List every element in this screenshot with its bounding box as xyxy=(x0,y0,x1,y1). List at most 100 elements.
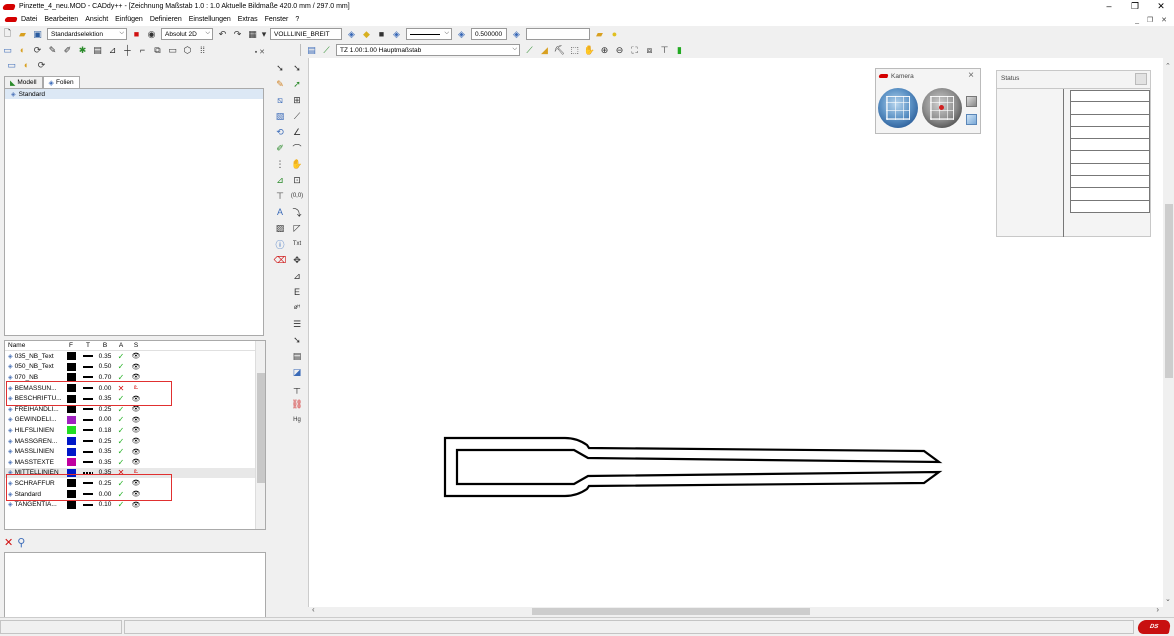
col-color[interactable]: F xyxy=(63,342,79,349)
print-icon[interactable]: ▤ xyxy=(305,44,318,57)
measure-icon[interactable]: ⟋ xyxy=(320,44,333,57)
layer-icon[interactable]: ◈ xyxy=(455,28,468,41)
layer-linetype[interactable] xyxy=(79,365,97,368)
edit-text-icon[interactable]: E xyxy=(291,285,304,299)
tab-modell[interactable]: ◣ Modell xyxy=(4,76,43,88)
col-visible[interactable]: S xyxy=(129,342,143,349)
hand-icon[interactable]: ✋ xyxy=(291,157,304,171)
pencil-icon[interactable]: ✎ xyxy=(46,44,59,57)
layer-light-icon[interactable]: ◆ xyxy=(360,28,373,41)
layer-width[interactable]: 0.50 xyxy=(97,363,113,370)
pencil-icon[interactable]: ✎ xyxy=(274,77,287,91)
eye-icon[interactable]: 👁 xyxy=(129,437,143,445)
coord-mode-select[interactable]: Absolut 2D ⌵ xyxy=(161,28,213,40)
layer-color[interactable] xyxy=(63,500,79,509)
menu-definieren[interactable]: Definieren xyxy=(150,16,182,23)
layer-width[interactable]: 0.70 xyxy=(97,374,113,381)
layer-width[interactable]: 0.35 xyxy=(97,459,113,466)
curve-icon[interactable]: ⤵ xyxy=(291,205,304,219)
layer-width[interactable]: 0.18 xyxy=(97,427,113,434)
cube-icon[interactable]: ⬡ xyxy=(181,44,194,57)
edit-icon[interactable]: ✐ xyxy=(61,44,74,57)
menu-extras[interactable]: Extras xyxy=(238,16,258,23)
layer-property-icon[interactable]: ⚲ xyxy=(17,536,25,549)
refresh-icon[interactable]: ⟳ xyxy=(31,44,44,57)
scale-select[interactable]: TZ 1.00:1.00 Hauptmaßstab ⌵ xyxy=(336,44,520,56)
layer-row[interactable]: ◈ HILFSLINIEN 0.18 ✓ 👁 xyxy=(5,425,265,436)
check-icon[interactable]: ✓ xyxy=(113,447,129,456)
delete-layer-icon[interactable]: ✕ xyxy=(4,536,13,549)
select-arrow-icon[interactable]: ➘ xyxy=(291,333,304,347)
folder-icon[interactable]: ▰ xyxy=(593,28,606,41)
layer-linetype[interactable] xyxy=(79,418,97,421)
check-icon[interactable]: ✓ xyxy=(113,362,129,371)
text-input-field[interactable] xyxy=(526,28,590,40)
eye-icon[interactable]: 👁 xyxy=(129,352,143,360)
scrollbar-thumb[interactable] xyxy=(532,608,810,615)
cube-view-blue-icon[interactable] xyxy=(966,114,977,125)
table-icon[interactable]: ▤ xyxy=(91,44,104,57)
redraw-icon[interactable]: ⊤ xyxy=(658,44,671,57)
selection-filter-icon[interactable]: ■ xyxy=(130,28,143,41)
grid-pattern-icon[interactable]: ▦ xyxy=(246,28,259,41)
crosshair-icon[interactable]: ┼ xyxy=(121,44,134,57)
layer-width[interactable]: 0.10 xyxy=(97,501,113,508)
layer-color[interactable] xyxy=(63,405,79,414)
draw-icon[interactable]: ⟋ xyxy=(523,44,536,57)
tools-icon[interactable]: ✱ xyxy=(76,44,89,57)
scroll-right-icon[interactable]: › xyxy=(1156,605,1159,614)
snap-icon[interactable]: ⊿ xyxy=(274,173,287,187)
open-folder-icon[interactable]: ▰ xyxy=(16,28,29,41)
select-arrow-icon[interactable]: ➘ xyxy=(291,61,304,75)
select-arrow-icon[interactable]: ➘ xyxy=(274,61,287,75)
measure-icon[interactable]: ⟋ xyxy=(291,109,304,123)
layer-linetype[interactable] xyxy=(79,408,97,411)
doc-icon[interactable]: ▤ xyxy=(291,349,304,363)
line-type-select[interactable]: VOLLLINIE_BREIT xyxy=(270,28,342,40)
layer-row[interactable]: ◈ GEWINDELI... 0.00 ✓ 👁 xyxy=(5,415,265,426)
info-icon[interactable]: ⓘ xyxy=(274,237,287,251)
arc-icon[interactable]: ⌒ xyxy=(291,141,304,155)
line-style-select[interactable]: ⌵ xyxy=(406,28,452,40)
close-icon[interactable]: × xyxy=(968,70,974,81)
layer-linetype[interactable] xyxy=(79,429,97,432)
chain-icon[interactable]: ⛓ xyxy=(291,397,304,411)
layer-row[interactable]: ◈ MASSLINIEN 0.35 ✓ 👁 xyxy=(5,446,265,457)
layer-color[interactable] xyxy=(63,447,79,456)
snap-icon[interactable]: ⊿ xyxy=(106,44,119,57)
coord-mode-icon[interactable]: ◉ xyxy=(145,28,158,41)
zoom-icon[interactable]: ⊡ xyxy=(291,173,304,187)
layer-icon[interactable]: ◈ xyxy=(510,28,523,41)
zoom-window-icon[interactable]: ⬚ xyxy=(568,44,581,57)
layer-color[interactable] xyxy=(63,362,79,371)
lightbulb-icon[interactable]: ● xyxy=(608,28,621,41)
scale-icon[interactable]: ⊿ xyxy=(291,269,304,283)
tab-folien[interactable]: ◈ Folien xyxy=(42,76,80,88)
height-icon[interactable]: Hg xyxy=(291,413,304,427)
new-file-icon[interactable]: 🗋 xyxy=(1,28,14,41)
orbit-globe-icon[interactable] xyxy=(878,88,918,128)
move-icon[interactable]: ✥ xyxy=(291,253,304,267)
zoom-all-icon[interactable]: ⛶ xyxy=(628,44,641,57)
menu-einfuegen[interactable]: Einfügen xyxy=(115,16,143,23)
model-icon[interactable]: ◐ xyxy=(20,59,33,72)
layer-row[interactable]: ◈ 035_NB_Text 0.35 ✓ 👁 xyxy=(5,351,265,362)
selection-mode-select[interactable]: Standardselektion ⌵ xyxy=(47,28,127,40)
menu-ansicht[interactable]: Ansicht xyxy=(85,16,108,23)
canvas-vertical-scrollbar[interactable]: ⌃ ⌄ xyxy=(1163,58,1174,607)
menu-datei[interactable]: Datei xyxy=(21,16,37,23)
maximize-button[interactable]: ❐ xyxy=(1122,0,1148,13)
variable-icon[interactable]: øᴴ xyxy=(291,301,304,315)
eye-icon[interactable]: 👁 xyxy=(129,501,143,509)
layer-width[interactable]: 0.35 xyxy=(97,448,113,455)
zoom-out-icon[interactable]: ⊖ xyxy=(613,44,626,57)
nc-icon[interactable]: ⊞ xyxy=(291,93,304,107)
layer-width[interactable]: 0.35 xyxy=(97,353,113,360)
angle-icon[interactable]: ∠ xyxy=(291,125,304,139)
menu-einstellungen[interactable]: Einstellungen xyxy=(189,16,231,23)
magic-icon[interactable]: ⛏ xyxy=(553,44,566,57)
brush-icon[interactable]: ✐ xyxy=(274,141,287,155)
layer-color[interactable] xyxy=(63,437,79,446)
mdi-controls[interactable]: _ ❐ ✕ xyxy=(1135,16,1170,24)
scrollbar-thumb[interactable] xyxy=(1165,204,1173,378)
